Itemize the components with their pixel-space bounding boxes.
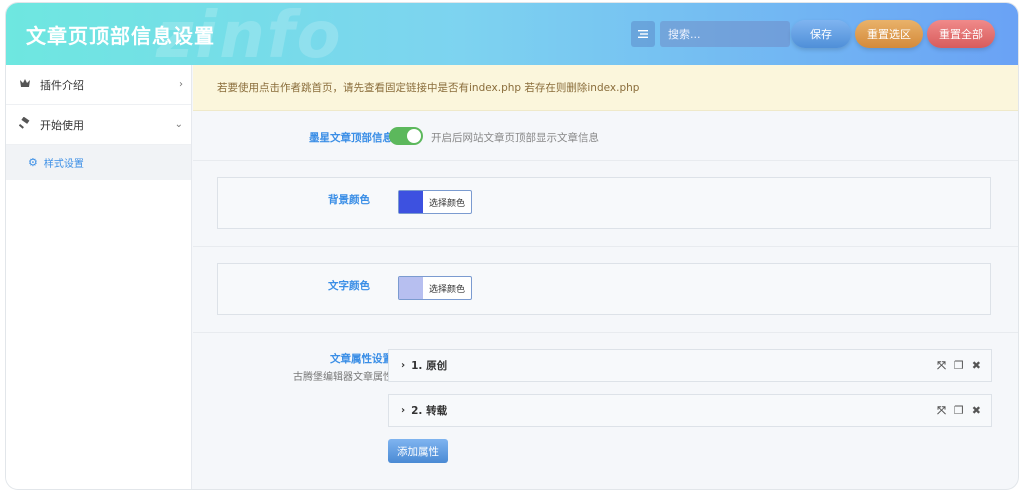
chevron-right-icon: › [401, 360, 406, 371]
field-row-text-color: 文字颜色 选择颜色 [193, 247, 1018, 333]
color-swatch [399, 277, 423, 299]
sidebar-subitem-label: 样式设置 [43, 159, 84, 170]
field-label: 文章属性设置 [330, 353, 393, 365]
field-row-attributes: 文章属性设置 古腾堡编辑器文章属性 › 1. 原创 ⤧ ❐ ✖ › 2. 转载 … [193, 333, 1018, 489]
field-box: 文字颜色 选择颜色 [217, 263, 991, 315]
attribute-title: 2. 转载 [411, 405, 448, 417]
attribute-item[interactable]: › 2. 转载 ⤧ ❐ ✖ [388, 394, 992, 427]
sidebar-item-label: 开始使用 [40, 118, 84, 132]
sidebar-subitem-style-settings[interactable]: ⚙ 样式设置 [6, 145, 191, 180]
sidebar-item-label: 插件介绍 [40, 78, 84, 92]
attribute-actions: ⤧ ❐ ✖ [937, 359, 981, 373]
field-row-top-info: 墨星文章顶部信息 开启后网站文章页顶部显示文章信息 [193, 111, 1018, 161]
chevron-right-icon: › [401, 405, 406, 416]
copy-icon[interactable]: ❐ [954, 359, 964, 373]
field-row-bg-color: 背景颜色 选择颜色 [193, 161, 1018, 247]
close-icon[interactable]: ✖ [972, 359, 981, 373]
app-window: zinfo 文章页顶部信息设置 保存 重置选区 重置全部 插件介绍 › 开始使用 [6, 3, 1018, 489]
field-label: 墨星文章顶部信息 [309, 132, 393, 144]
chevron-down-icon: ⌄ [174, 119, 183, 130]
sidebar: 插件介绍 › 开始使用 ⌄ ⚙ 样式设置 [6, 65, 192, 489]
field-box: 背景颜色 选择颜色 [217, 177, 991, 229]
attribute-item[interactable]: › 1. 原创 ⤧ ❐ ✖ [388, 349, 992, 382]
field-label: 文字颜色 [328, 280, 370, 292]
expand-icon[interactable]: ⤧ [937, 404, 946, 418]
reset-section-button[interactable]: 重置选区 [855, 20, 923, 48]
top-info-toggle[interactable] [389, 127, 423, 145]
field-description: 开启后网站文章页顶部显示文章信息 [431, 132, 599, 144]
chevron-right-icon: › [179, 79, 183, 90]
expand-icon[interactable]: ⤧ [937, 359, 946, 373]
attribute-actions: ⤧ ❐ ✖ [937, 404, 981, 418]
color-picker-label: 选择颜色 [428, 284, 465, 295]
sidebar-item-getting-started[interactable]: 开始使用 ⌄ [6, 105, 191, 145]
save-button[interactable]: 保存 [791, 20, 851, 48]
search-input[interactable] [660, 21, 790, 47]
gavel-icon [18, 116, 32, 132]
toggle-knob [407, 129, 421, 143]
gears-icon: ⚙ [28, 156, 38, 169]
close-icon[interactable]: ✖ [972, 404, 981, 418]
bg-color-picker[interactable]: 选择颜色 [398, 190, 472, 214]
menu-toggle-button[interactable] [631, 21, 655, 47]
text-color-picker[interactable]: 选择颜色 [398, 276, 472, 300]
page-title: 文章页顶部信息设置 [26, 24, 215, 48]
notice-banner: 若要使用点击作者跳首页，请先查看固定链接中是否有index.php 若存在则删除… [193, 65, 1018, 111]
color-picker-label: 选择颜色 [428, 198, 465, 209]
color-swatch [399, 191, 423, 213]
field-label: 背景颜色 [328, 194, 370, 206]
copy-icon[interactable]: ❐ [954, 404, 964, 418]
field-sublabel: 古腾堡编辑器文章属性 [293, 372, 393, 383]
add-attribute-button[interactable]: 添加属性 [388, 439, 448, 463]
main-content: 若要使用点击作者跳首页，请先查看固定链接中是否有index.php 若存在则删除… [193, 65, 1018, 489]
list-icon [638, 30, 648, 38]
attribute-title: 1. 原创 [411, 360, 448, 372]
header-bar: zinfo 文章页顶部信息设置 保存 重置选区 重置全部 [6, 3, 1018, 73]
reset-all-button[interactable]: 重置全部 [927, 20, 995, 48]
gift-icon [18, 77, 32, 92]
sidebar-item-intro[interactable]: 插件介绍 › [6, 65, 191, 105]
